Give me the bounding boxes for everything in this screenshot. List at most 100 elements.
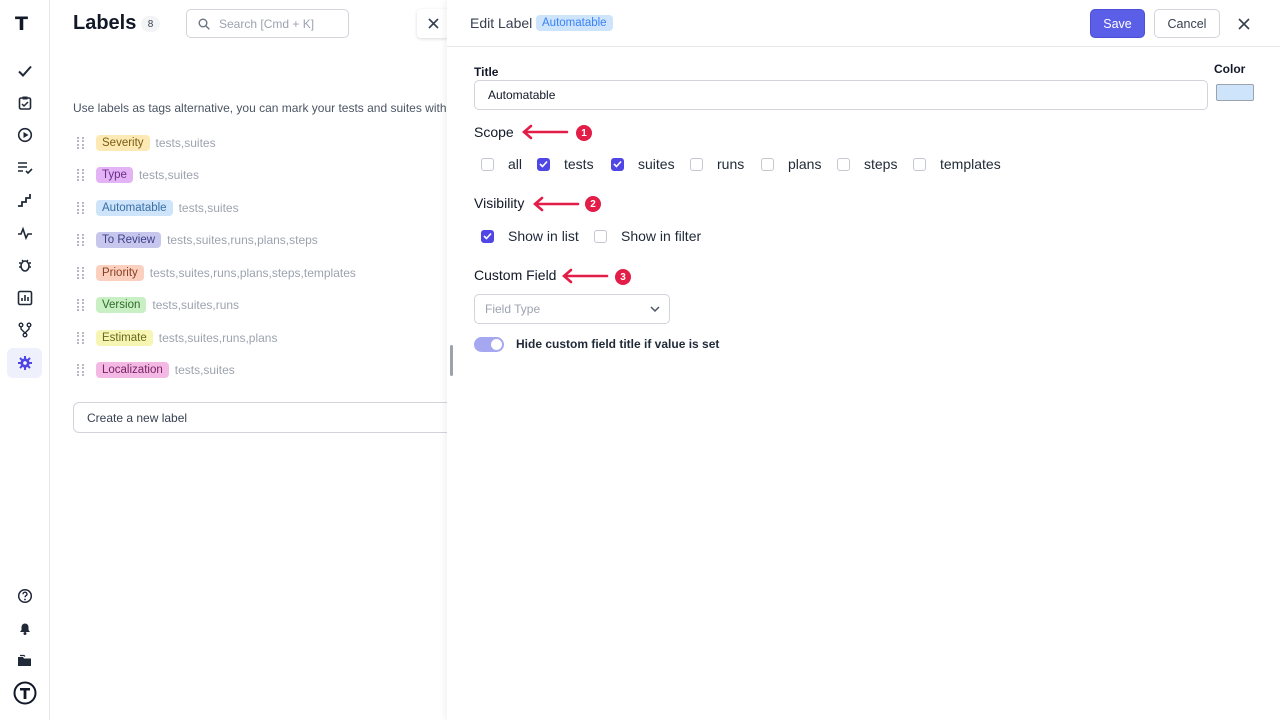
checkmark-icon <box>483 232 492 240</box>
gear-icon[interactable] <box>7 348 42 378</box>
save-button[interactable]: Save <box>1090 9 1145 38</box>
label-chip[interactable]: Estimate <box>96 330 153 346</box>
close-panel-button[interactable] <box>417 9 447 38</box>
title-field-label: Title <box>474 65 499 79</box>
checkbox[interactable] <box>761 157 774 171</box>
annotation-marker: 1 <box>576 125 592 141</box>
label-chip[interactable]: Localization <box>96 362 169 378</box>
drag-handle-icon[interactable] <box>77 137 87 149</box>
drag-handle-icon[interactable] <box>77 364 87 376</box>
chevron-down-icon <box>650 306 660 313</box>
drag-handle-icon[interactable] <box>77 332 87 344</box>
app-logo[interactable]: T <box>15 13 28 35</box>
label-scope: tests,suites,runs,plans <box>158 331 278 345</box>
checkbox[interactable] <box>537 157 550 171</box>
color-picker[interactable] <box>1216 84 1254 101</box>
label-row[interactable]: To Review tests,suites,runs,plans,steps <box>77 230 318 250</box>
cancel-button[interactable]: Cancel <box>1154 9 1220 38</box>
checkbox[interactable] <box>594 229 607 243</box>
hide-title-toggle[interactable] <box>474 337 504 352</box>
scope-heading: Scope <box>474 124 514 140</box>
search-input[interactable]: Search [Cmd + K] <box>186 9 349 38</box>
label-scope: tests,suites <box>178 201 239 215</box>
clipboard-check-icon[interactable] <box>7 88 42 118</box>
checkmark-icon <box>539 160 548 168</box>
option-show-in-filter[interactable]: Show in filter <box>594 228 701 244</box>
title-input[interactable]: Automatable <box>474 80 1208 110</box>
label-row[interactable]: Version tests,suites,runs <box>77 295 239 315</box>
option-label: suites <box>638 156 675 172</box>
checkbox[interactable] <box>481 229 494 243</box>
chart-icon[interactable] <box>7 283 42 313</box>
label-chip[interactable]: To Review <box>96 232 162 248</box>
label-row[interactable]: Localization tests,suites <box>77 360 235 380</box>
option-label: templates <box>940 156 1001 172</box>
option-label: runs <box>717 156 745 172</box>
play-circle-icon[interactable] <box>7 120 42 150</box>
label-scope: tests,suites <box>174 363 235 377</box>
drag-handle-icon[interactable] <box>77 267 87 279</box>
label-chip[interactable]: Priority <box>96 265 144 281</box>
annotation-arrow-icon <box>533 196 580 212</box>
option-tests[interactable]: tests <box>537 156 594 172</box>
folders-icon[interactable] <box>7 646 42 676</box>
resize-handle[interactable] <box>450 345 453 376</box>
label-row[interactable]: Type tests,suites <box>77 165 199 185</box>
pulse-icon[interactable] <box>7 218 42 248</box>
custom-field-heading: Custom Field <box>474 267 557 283</box>
option-show-in-list[interactable]: Show in list <box>481 228 579 244</box>
checkbox[interactable] <box>481 157 494 171</box>
close-drawer-button[interactable] <box>1233 13 1255 35</box>
drag-handle-icon[interactable] <box>77 299 87 311</box>
label-chip[interactable]: Automatable <box>96 200 173 216</box>
label-row[interactable]: Automatable tests,suites <box>77 198 239 218</box>
visibility-heading: Visibility <box>474 195 525 211</box>
label-scope: tests,suites,runs,plans,steps,templates <box>149 266 356 280</box>
new-label-input[interactable]: Create a new label <box>73 402 447 433</box>
label-chip[interactable]: Severity <box>96 135 150 151</box>
option-all[interactable]: all <box>481 156 522 172</box>
drag-handle-icon[interactable] <box>77 169 87 181</box>
option-label: plans <box>788 156 822 172</box>
label-chip[interactable]: Type <box>96 167 133 183</box>
option-label: steps <box>864 156 898 172</box>
label-chip[interactable]: Version <box>96 297 147 313</box>
drag-handle-icon[interactable] <box>77 234 87 246</box>
field-type-select[interactable]: Field Type <box>474 294 670 324</box>
annotation-arrow-icon <box>522 124 569 140</box>
option-label: Show in list <box>508 228 579 244</box>
option-templates[interactable]: templates <box>913 156 1001 172</box>
checkbox[interactable] <box>913 157 926 171</box>
help-icon[interactable] <box>7 581 42 611</box>
drawer-header: Edit Label Automatable Save Cancel <box>447 0 1280 47</box>
label-row[interactable]: Estimate tests,suites,runs,plans <box>77 328 277 348</box>
search-icon <box>198 18 210 30</box>
tests-check-icon[interactable] <box>7 56 42 86</box>
annotation-marker: 2 <box>585 196 601 212</box>
option-suites[interactable]: suites <box>611 156 675 172</box>
option-label: Show in filter <box>621 228 702 244</box>
checkbox[interactable] <box>611 157 624 171</box>
list-check-icon[interactable] <box>7 153 42 183</box>
label-row[interactable]: Priority tests,suites,runs,plans,steps,te… <box>77 263 356 283</box>
branch-icon[interactable] <box>7 315 42 345</box>
checkbox[interactable] <box>837 157 850 171</box>
drag-handle-icon[interactable] <box>77 202 87 214</box>
option-runs[interactable]: runs <box>690 156 744 172</box>
label-scope: tests,suites,runs,plans,steps <box>167 233 318 247</box>
page-title: Labels <box>73 12 137 34</box>
close-icon <box>427 18 439 29</box>
steps-icon[interactable] <box>7 185 42 215</box>
option-plans[interactable]: plans <box>761 156 821 172</box>
bug-icon[interactable] <box>7 250 42 280</box>
bell-icon[interactable] <box>7 613 42 643</box>
option-steps[interactable]: steps <box>837 156 897 172</box>
label-row[interactable]: Severity tests,suites <box>77 133 216 153</box>
user-avatar-icon[interactable] <box>7 678 42 708</box>
drawer-title: Edit Label <box>470 15 533 31</box>
checkbox[interactable] <box>690 157 703 171</box>
labels-count-badge: 8 <box>141 16 160 32</box>
app-root: T Labels 8 Search [Cmd + K] Use labels a… <box>0 0 1280 720</box>
field-type-placeholder: Field Type <box>485 302 541 316</box>
search-placeholder: Search [Cmd + K] <box>219 16 315 31</box>
